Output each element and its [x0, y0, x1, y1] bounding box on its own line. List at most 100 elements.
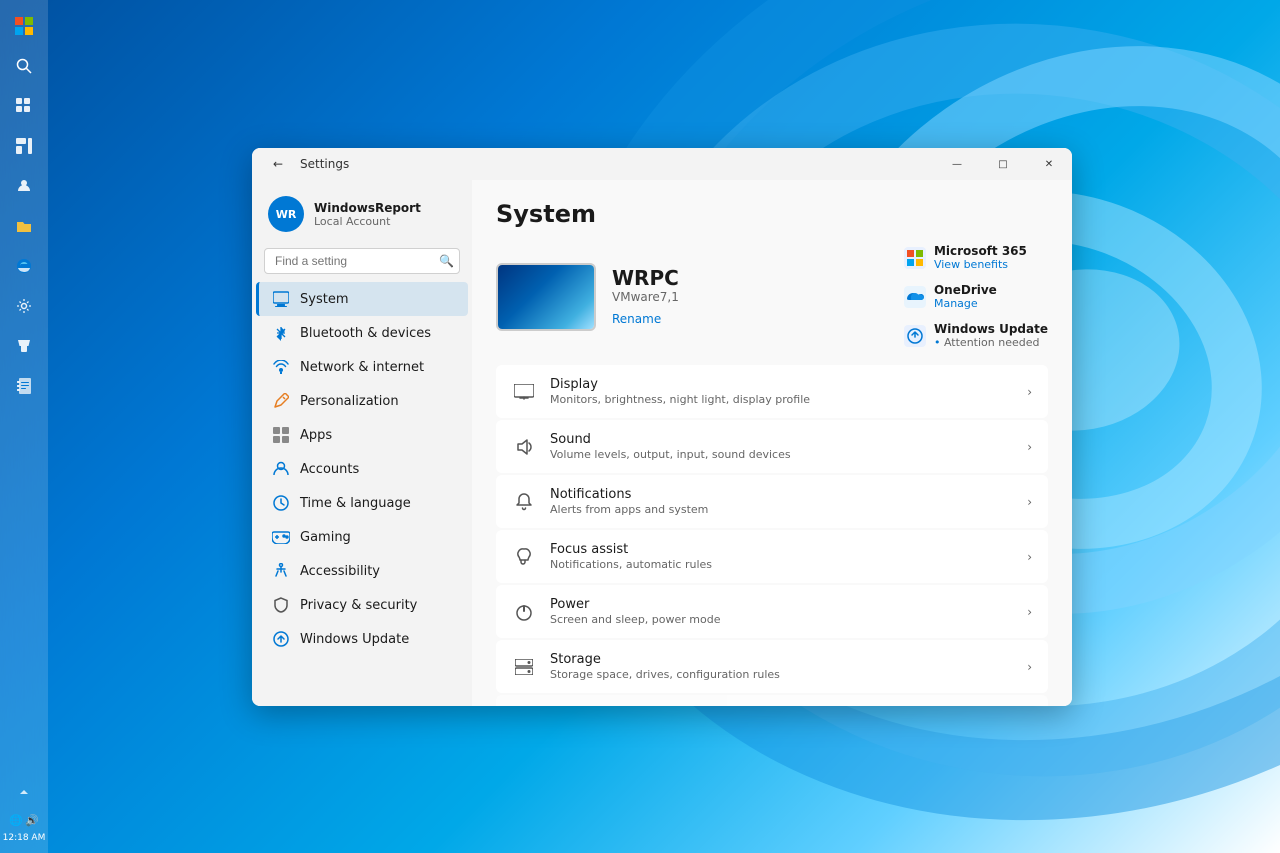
search-input[interactable] — [264, 248, 460, 274]
maximize-button[interactable]: □ — [980, 148, 1026, 180]
sidebar-label-system: System — [300, 292, 348, 307]
pc-info: WRPC VMware7,1 Rename — [612, 266, 888, 327]
close-button[interactable]: ✕ — [1026, 148, 1072, 180]
microsoft365-link[interactable]: Microsoft 365 View benefits — [904, 244, 1048, 271]
storage-chevron: › — [1027, 660, 1032, 674]
file-explorer-button[interactable] — [6, 208, 42, 244]
windows-update-icon — [272, 630, 290, 648]
onedrive-sub: Manage — [934, 297, 997, 310]
setting-focus[interactable]: Focus assist Notifications, automatic ru… — [496, 530, 1048, 583]
power-chevron: › — [1027, 605, 1032, 619]
pc-thumbnail — [496, 263, 596, 331]
onedrive-text: OneDrive Manage — [934, 283, 997, 310]
power-title: Power — [550, 597, 1013, 612]
sidebar-item-windows-update[interactable]: Windows Update — [256, 622, 468, 656]
setting-notifications[interactable]: Notifications Alerts from apps and syste… — [496, 475, 1048, 528]
privacy-icon — [272, 596, 290, 614]
store-button[interactable] — [6, 328, 42, 364]
winupdate-icon — [904, 325, 926, 347]
focus-title: Focus assist — [550, 542, 1013, 557]
personalization-icon — [272, 392, 290, 410]
sidebar-item-network[interactable]: Network & internet — [256, 350, 468, 384]
microsoft365-sub: View benefits — [934, 258, 1027, 271]
accessibility-icon — [272, 562, 290, 580]
sound-chevron: › — [1027, 440, 1032, 454]
sound-tray-icon[interactable]: 🔊 — [25, 814, 39, 827]
sound-text: Sound Volume levels, output, input, soun… — [550, 432, 1013, 461]
setting-storage[interactable]: Storage Storage space, drives, configura… — [496, 640, 1048, 693]
sidebar-item-gaming[interactable]: Gaming — [256, 520, 468, 554]
sidebar-item-apps[interactable]: Apps — [256, 418, 468, 452]
teams-button[interactable] — [6, 168, 42, 204]
sidebar-label-gaming: Gaming — [300, 530, 351, 545]
microsoft365-icon — [904, 247, 926, 269]
onedrive-title: OneDrive — [934, 283, 997, 297]
notifications-desc: Alerts from apps and system — [550, 503, 1013, 516]
time-icon — [272, 494, 290, 512]
minimize-button[interactable]: — — [934, 148, 980, 180]
setting-power[interactable]: Power Screen and sleep, power mode › — [496, 585, 1048, 638]
back-button[interactable]: ← — [264, 150, 292, 178]
user-account-type: Local Account — [314, 215, 421, 228]
winupdate-sub: Attention needed — [934, 336, 1048, 349]
storage-desc: Storage space, drives, configuration rul… — [550, 668, 1013, 681]
system-clock[interactable]: 12:18 AM — [3, 833, 46, 845]
user-name: WindowsReport — [314, 201, 421, 215]
onedrive-link[interactable]: OneDrive Manage — [904, 283, 1048, 310]
pc-model: VMware7,1 — [612, 290, 888, 304]
taskbar-bottom: 🌐 🔊 12:18 AM — [0, 776, 48, 853]
storage-title: Storage — [550, 652, 1013, 667]
rename-link[interactable]: Rename — [612, 312, 661, 326]
settings-taskbar-button[interactable] — [6, 288, 42, 324]
apps-icon — [272, 426, 290, 444]
sidebar: WR WindowsReport Local Account 🔍 — [252, 180, 472, 706]
start-button[interactable] — [6, 8, 42, 44]
setting-display[interactable]: Display Monitors, brightness, night ligh… — [496, 365, 1048, 418]
notifications-text: Notifications Alerts from apps and syste… — [550, 487, 1013, 516]
focus-desc: Notifications, automatic rules — [550, 558, 1013, 571]
sound-icon — [512, 435, 536, 459]
sidebar-item-personalization[interactable]: Personalization — [256, 384, 468, 418]
display-chevron: › — [1027, 385, 1032, 399]
sidebar-label-windows-update: Windows Update — [300, 632, 409, 647]
quick-links: Microsoft 365 View benefits — [904, 244, 1048, 349]
notifications-title: Notifications — [550, 487, 1013, 502]
setting-sound[interactable]: Sound Volume levels, output, input, soun… — [496, 420, 1048, 473]
title-bar: ← Settings — □ ✕ — [252, 148, 1072, 180]
focus-text: Focus assist Notifications, automatic ru… — [550, 542, 1013, 571]
pc-name: WRPC — [612, 266, 888, 290]
sound-title: Sound — [550, 432, 1013, 447]
sidebar-item-accessibility[interactable]: Accessibility — [256, 554, 468, 588]
sidebar-item-system[interactable]: System — [256, 282, 468, 316]
sidebar-item-bluetooth[interactable]: Bluetooth & devices — [256, 316, 468, 350]
network-tray-icon[interactable]: 🌐 — [9, 814, 23, 827]
task-view-button[interactable] — [6, 88, 42, 124]
windows-update-link[interactable]: Windows Update Attention needed — [904, 322, 1048, 349]
sidebar-item-time[interactable]: Time & language — [256, 486, 468, 520]
search-icon[interactable]: 🔍 — [439, 254, 454, 268]
search-taskbar-button[interactable] — [6, 48, 42, 84]
sidebar-item-accounts[interactable]: Accounts — [256, 452, 468, 486]
accounts-icon — [272, 460, 290, 478]
widgets-button[interactable] — [6, 128, 42, 164]
bluetooth-icon — [272, 324, 290, 342]
display-desc: Monitors, brightness, night light, displ… — [550, 393, 1013, 406]
system-header: WRPC VMware7,1 Rename — [496, 244, 1048, 349]
settings-search: 🔍 — [264, 248, 460, 274]
user-info: WindowsReport Local Account — [314, 201, 421, 228]
power-text: Power Screen and sleep, power mode — [550, 597, 1013, 626]
notifications-chevron: › — [1027, 495, 1032, 509]
notebook-button[interactable] — [6, 368, 42, 404]
user-profile[interactable]: WR WindowsReport Local Account — [252, 188, 472, 248]
display-title: Display — [550, 377, 1013, 392]
setting-multitasking-peek: Multitasking — [496, 695, 1048, 706]
edge-button[interactable] — [6, 248, 42, 284]
sidebar-item-privacy[interactable]: Privacy & security — [256, 588, 468, 622]
expand-taskbar-button[interactable] — [6, 776, 42, 812]
avatar: WR — [268, 196, 304, 232]
sidebar-label-personalization: Personalization — [300, 394, 399, 409]
winupdate-title: Windows Update — [934, 322, 1048, 336]
page-title: System — [496, 200, 1048, 228]
storage-text: Storage Storage space, drives, configura… — [550, 652, 1013, 681]
sidebar-label-privacy: Privacy & security — [300, 598, 417, 613]
